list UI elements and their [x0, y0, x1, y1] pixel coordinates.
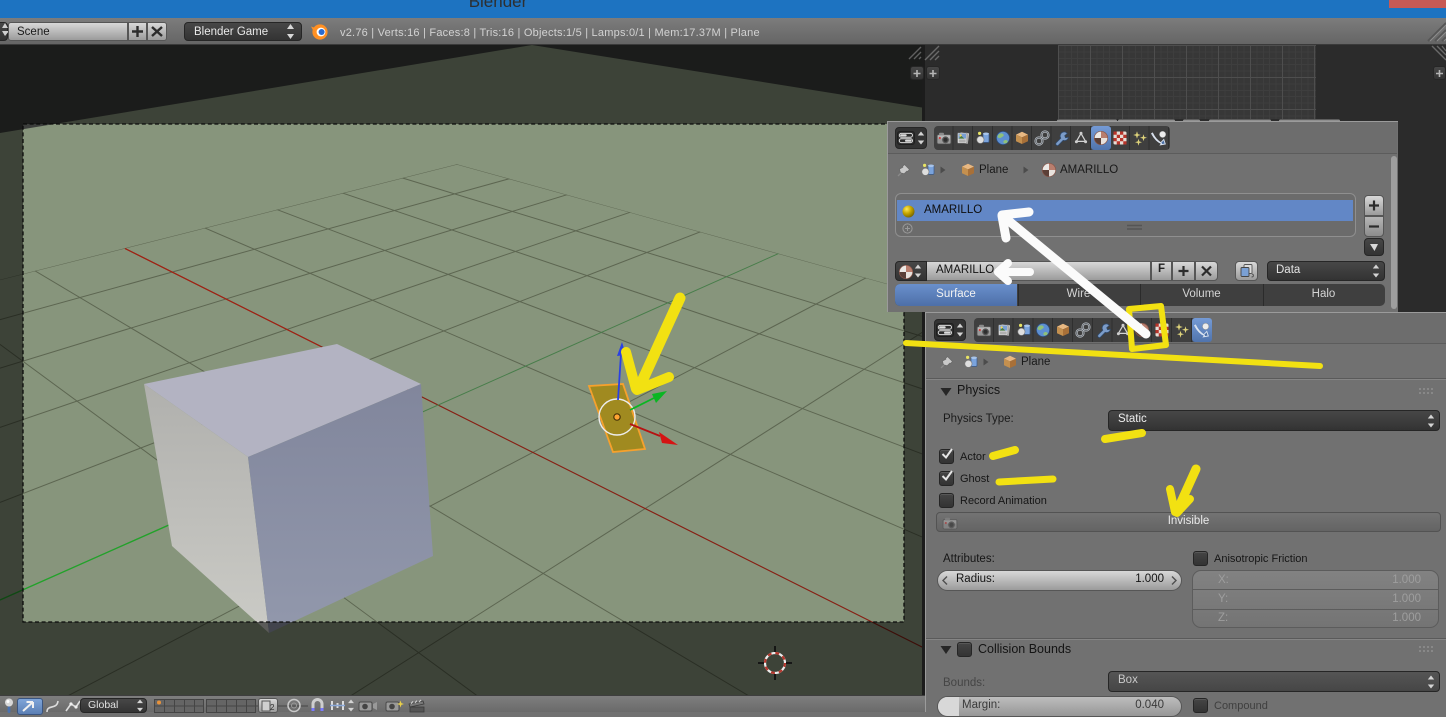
svg-text:2: 2 — [270, 703, 275, 712]
